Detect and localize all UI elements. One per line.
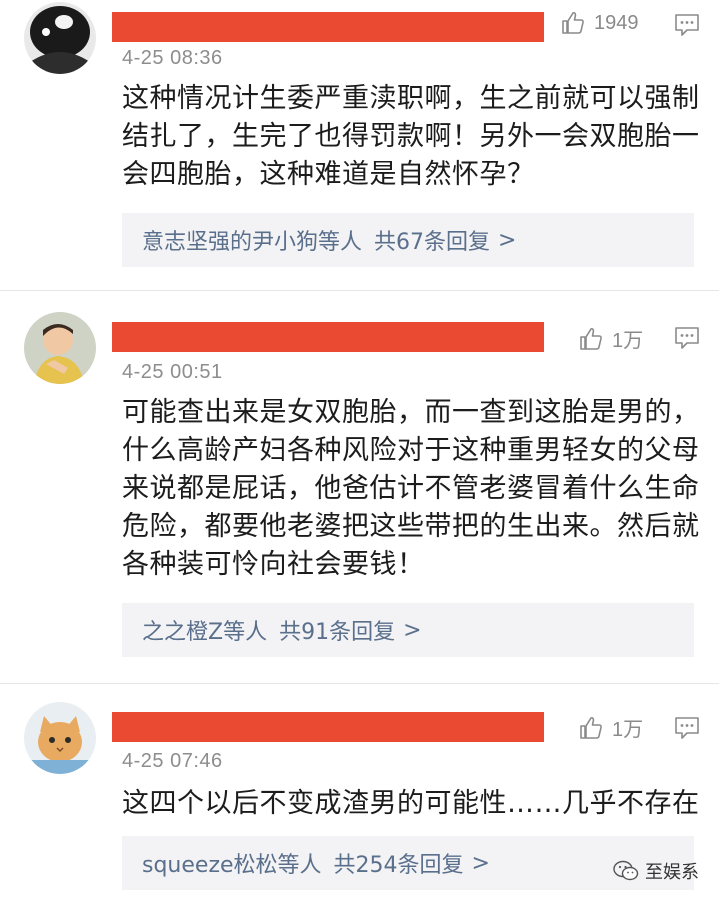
thumbs-up-icon [562, 11, 584, 34]
like-count: 1万 [612, 330, 644, 352]
thumbs-up-icon [580, 716, 602, 739]
divider [0, 683, 719, 684]
replies-link[interactable]: squeeze松松等人 共254条回复 > [122, 836, 694, 890]
like-count: 1万 [612, 719, 644, 741]
reply-count: 共254条回复 [333, 853, 464, 878]
reply-names: 之之橙Z等人 [142, 620, 268, 645]
reply-names: squeeze松松等人 [142, 853, 322, 878]
user-avatar[interactable] [24, 2, 96, 74]
replies-link[interactable]: 意志坚强的尹小狗等人 共67条回复 > [122, 213, 694, 267]
chevron-right-icon: > [471, 850, 490, 876]
reply-names: 意志坚强的尹小狗等人 [142, 230, 363, 255]
user-avatar[interactable] [24, 702, 96, 774]
comment-time: 4-25 08:36 [122, 47, 223, 69]
username-redacted[interactable] [112, 322, 544, 352]
username-redacted[interactable] [112, 712, 544, 742]
comment-text: 这种情况计生委严重渎职啊，生之前就可以强制结扎了，生完了也得罚款啊！另外一会双胞… [122, 83, 700, 190]
wechat-icon [613, 860, 639, 881]
avatar-image-icon [24, 702, 96, 774]
watermark: 至娱系 [613, 858, 699, 884]
avatar-image-icon [24, 2, 96, 74]
chevron-right-icon: > [498, 227, 517, 253]
comment-text: 可能查出来是女双胞胎，而一查到这胎是男的，什么高龄产妇各种风险对于这种重男轻女的… [122, 397, 700, 580]
user-avatar[interactable] [24, 312, 96, 384]
comment-time: 4-25 07:46 [122, 750, 223, 772]
divider [0, 290, 719, 291]
like-button[interactable]: 1万 [578, 713, 643, 742]
replies-link[interactable]: 之之橙Z等人 共91条回复 > [122, 603, 694, 657]
watermark-label: 至娱系 [645, 862, 699, 883]
username-redacted[interactable] [112, 12, 544, 42]
reply-count: 共67条回复 [374, 230, 491, 255]
chevron-right-icon: > [403, 617, 422, 643]
like-button[interactable]: 1万 [578, 324, 643, 353]
comment-time: 4-25 00:51 [122, 361, 223, 383]
reply-count: 共91条回复 [279, 620, 396, 645]
like-count: 1949 [594, 11, 639, 34]
like-button[interactable]: 1949 [560, 10, 639, 36]
comment-text: 这四个以后不变成渣男的可能性……几乎不存在 [122, 788, 700, 819]
avatar-image-icon [24, 312, 96, 384]
reply-icon[interactable] [674, 326, 700, 350]
reply-icon[interactable] [674, 13, 700, 37]
thumbs-up-icon [580, 327, 602, 350]
reply-icon[interactable] [674, 716, 700, 740]
